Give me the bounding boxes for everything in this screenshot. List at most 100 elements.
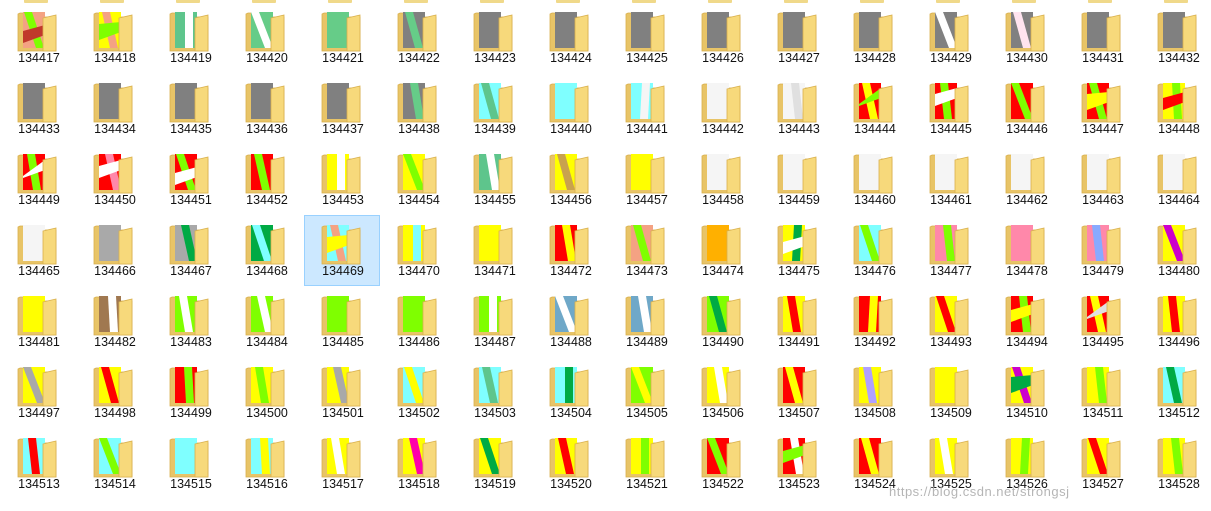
folder-item[interactable]: 134475 xyxy=(760,215,836,286)
folder-item[interactable]: 134471 xyxy=(456,215,532,286)
folder-item[interactable]: 134446 xyxy=(988,73,1064,144)
folder-item[interactable]: 134482 xyxy=(76,286,152,357)
folder-item[interactable]: 134486 xyxy=(380,286,456,357)
folder-item[interactable]: 134496 xyxy=(1140,286,1211,357)
folder-item[interactable]: 134502 xyxy=(380,357,456,428)
folder-item[interactable]: 134505 xyxy=(608,357,684,428)
folder-item[interactable]: 134444 xyxy=(836,73,912,144)
folder-item[interactable]: 134518 xyxy=(380,428,456,499)
folder-item[interactable]: 134483 xyxy=(152,286,228,357)
folder-item[interactable]: 134493 xyxy=(912,286,988,357)
folder-item[interactable]: 134427 xyxy=(760,2,836,73)
folder-item[interactable]: 134422 xyxy=(380,2,456,73)
folder-item[interactable]: 134421 xyxy=(304,2,380,73)
folder-item[interactable]: 134458 xyxy=(684,144,760,215)
folder-item[interactable]: 134494 xyxy=(988,286,1064,357)
folder-item[interactable]: 134447 xyxy=(1064,73,1140,144)
folder-item[interactable]: 134425 xyxy=(608,2,684,73)
folder-item[interactable]: 134500 xyxy=(228,357,304,428)
folder-item[interactable]: 134417 xyxy=(0,2,76,73)
folder-item[interactable]: 134424 xyxy=(532,2,608,73)
folder-item[interactable]: 134516 xyxy=(228,428,304,499)
folder-item[interactable]: 134498 xyxy=(76,357,152,428)
folder-item[interactable]: 134463 xyxy=(1064,144,1140,215)
folder-item[interactable]: 134464 xyxy=(1140,144,1211,215)
folder-item[interactable]: 134418 xyxy=(76,2,152,73)
folder-item[interactable]: 134508 xyxy=(836,357,912,428)
folder-item[interactable]: 134420 xyxy=(228,2,304,73)
folder-item[interactable]: 134507 xyxy=(760,357,836,428)
folder-item[interactable]: 134515 xyxy=(152,428,228,499)
folder-item[interactable]: 134474 xyxy=(684,215,760,286)
folder-item[interactable]: 134513 xyxy=(0,428,76,499)
folder-item[interactable]: 134457 xyxy=(608,144,684,215)
folder-item[interactable]: 134469 xyxy=(304,215,380,286)
folder-item[interactable]: 134465 xyxy=(0,215,76,286)
folder-item[interactable]: 134501 xyxy=(304,357,380,428)
folder-item[interactable]: 134459 xyxy=(760,144,836,215)
folder-item[interactable]: 134433 xyxy=(0,73,76,144)
folder-item[interactable]: 134488 xyxy=(532,286,608,357)
folder-item[interactable]: 134509 xyxy=(912,357,988,428)
folder-item[interactable]: 134462 xyxy=(988,144,1064,215)
folder-item[interactable]: 134423 xyxy=(456,2,532,73)
folder-item[interactable]: 134449 xyxy=(0,144,76,215)
folder-item[interactable]: 134436 xyxy=(228,73,304,144)
folder-item[interactable]: 134473 xyxy=(608,215,684,286)
folder-item[interactable]: 134430 xyxy=(988,2,1064,73)
folder-item[interactable]: 134484 xyxy=(228,286,304,357)
folder-item[interactable]: 134443 xyxy=(760,73,836,144)
folder-item[interactable]: 134506 xyxy=(684,357,760,428)
folder-item[interactable]: 134439 xyxy=(456,73,532,144)
folder-item[interactable]: 134480 xyxy=(1140,215,1211,286)
folder-item[interactable]: 134520 xyxy=(532,428,608,499)
folder-item[interactable]: 134429 xyxy=(912,2,988,73)
folder-item[interactable]: 134460 xyxy=(836,144,912,215)
folder-item[interactable]: 134434 xyxy=(76,73,152,144)
folder-item[interactable]: 134431 xyxy=(1064,2,1140,73)
folder-item[interactable]: 134472 xyxy=(532,215,608,286)
folder-item[interactable]: 134491 xyxy=(760,286,836,357)
folder-item[interactable]: 134440 xyxy=(532,73,608,144)
folder-item[interactable]: 134485 xyxy=(304,286,380,357)
folder-item[interactable]: 134428 xyxy=(836,2,912,73)
folder-item[interactable]: 134452 xyxy=(228,144,304,215)
folder-item[interactable]: 134466 xyxy=(76,215,152,286)
folder-item[interactable]: 134476 xyxy=(836,215,912,286)
folder-item[interactable]: 134521 xyxy=(608,428,684,499)
folder-item[interactable]: 134467 xyxy=(152,215,228,286)
folder-item[interactable]: 134490 xyxy=(684,286,760,357)
folder-item[interactable]: 134512 xyxy=(1140,357,1211,428)
folder-item[interactable]: 134497 xyxy=(0,357,76,428)
folder-item[interactable]: 134445 xyxy=(912,73,988,144)
folder-item[interactable]: 134456 xyxy=(532,144,608,215)
folder-item[interactable]: 134499 xyxy=(152,357,228,428)
folder-item[interactable]: 134450 xyxy=(76,144,152,215)
folder-item[interactable]: 134453 xyxy=(304,144,380,215)
folder-item[interactable]: 134510 xyxy=(988,357,1064,428)
folder-item[interactable]: 134451 xyxy=(152,144,228,215)
folder-item[interactable]: 134487 xyxy=(456,286,532,357)
folder-item[interactable]: 134523 xyxy=(760,428,836,499)
folder-item[interactable]: 134477 xyxy=(912,215,988,286)
folder-item[interactable]: 134517 xyxy=(304,428,380,499)
folder-item[interactable]: 134489 xyxy=(608,286,684,357)
folder-item[interactable]: 134492 xyxy=(836,286,912,357)
folder-item[interactable]: 134503 xyxy=(456,357,532,428)
folder-item[interactable]: 134478 xyxy=(988,215,1064,286)
folder-item[interactable]: 134432 xyxy=(1140,2,1211,73)
folder-item[interactable]: 134435 xyxy=(152,73,228,144)
folder-item[interactable]: 134442 xyxy=(684,73,760,144)
folder-item[interactable]: 134441 xyxy=(608,73,684,144)
folder-item[interactable]: 134511 xyxy=(1064,357,1140,428)
folder-item[interactable]: 134438 xyxy=(380,73,456,144)
folder-item[interactable]: 134461 xyxy=(912,144,988,215)
folder-item[interactable]: 134481 xyxy=(0,286,76,357)
folder-item[interactable]: 134419 xyxy=(152,2,228,73)
folder-item[interactable]: 134437 xyxy=(304,73,380,144)
folder-item[interactable]: 134504 xyxy=(532,357,608,428)
folder-item[interactable]: 134479 xyxy=(1064,215,1140,286)
folder-item[interactable]: 134468 xyxy=(228,215,304,286)
folder-item[interactable]: 134495 xyxy=(1064,286,1140,357)
folder-item[interactable]: 134470 xyxy=(380,215,456,286)
